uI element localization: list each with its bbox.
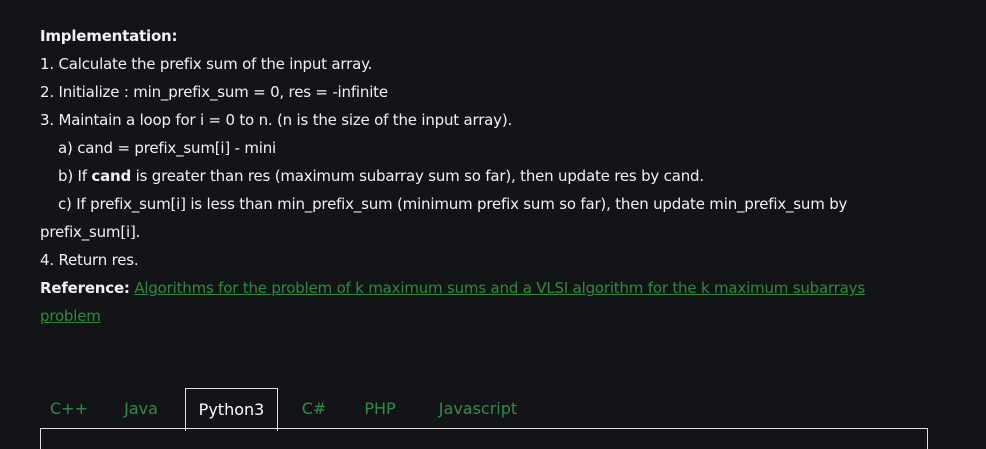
reference-link-continued[interactable]: problem <box>40 307 101 325</box>
step-3b-cand: cand <box>91 167 132 185</box>
reference-label: Reference: <box>40 279 130 297</box>
step-3b-prefix: b) If <box>58 167 92 185</box>
step-3c-line-2: prefix_sum[i]. <box>40 223 141 241</box>
implementation-heading: Implementation: <box>40 27 178 45</box>
step-3c-line-1: c) If prefix_sum[i] is less than min_pre… <box>58 195 848 213</box>
step-2: 2. Initialize : min_prefix_sum = 0, res … <box>40 83 388 101</box>
tab-python3[interactable]: Python3 <box>185 388 278 431</box>
reference-line: Reference: Algorithms for the problem of… <box>40 274 940 302</box>
article-content: Implementation: 1. Calculate the prefix … <box>40 22 940 330</box>
step-3: 3. Maintain a loop for i = 0 to n. (n is… <box>40 111 513 129</box>
step-3b: b) If cand is greater than res (maximum … <box>40 162 940 190</box>
step-3a: a) cand = prefix_sum[i] - mini <box>58 139 277 157</box>
step-1: 1. Calculate the prefix sum of the input… <box>40 55 373 73</box>
tab-javascript[interactable]: Javascript <box>424 388 532 430</box>
reference-link[interactable]: Algorithms for the problem of k maximum … <box>134 279 865 297</box>
reference-line-2: problem <box>40 302 940 330</box>
tab-java[interactable]: Java <box>108 388 174 430</box>
step-4: 4. Return res. <box>40 251 139 269</box>
code-panel <box>40 428 928 449</box>
step-3b-suffix: is greater than res (maximum subarray su… <box>131 167 704 185</box>
tab-cpp[interactable]: C++ <box>40 388 98 430</box>
tab-csharp[interactable]: C# <box>290 388 338 430</box>
tab-php[interactable]: PHP <box>352 388 408 430</box>
